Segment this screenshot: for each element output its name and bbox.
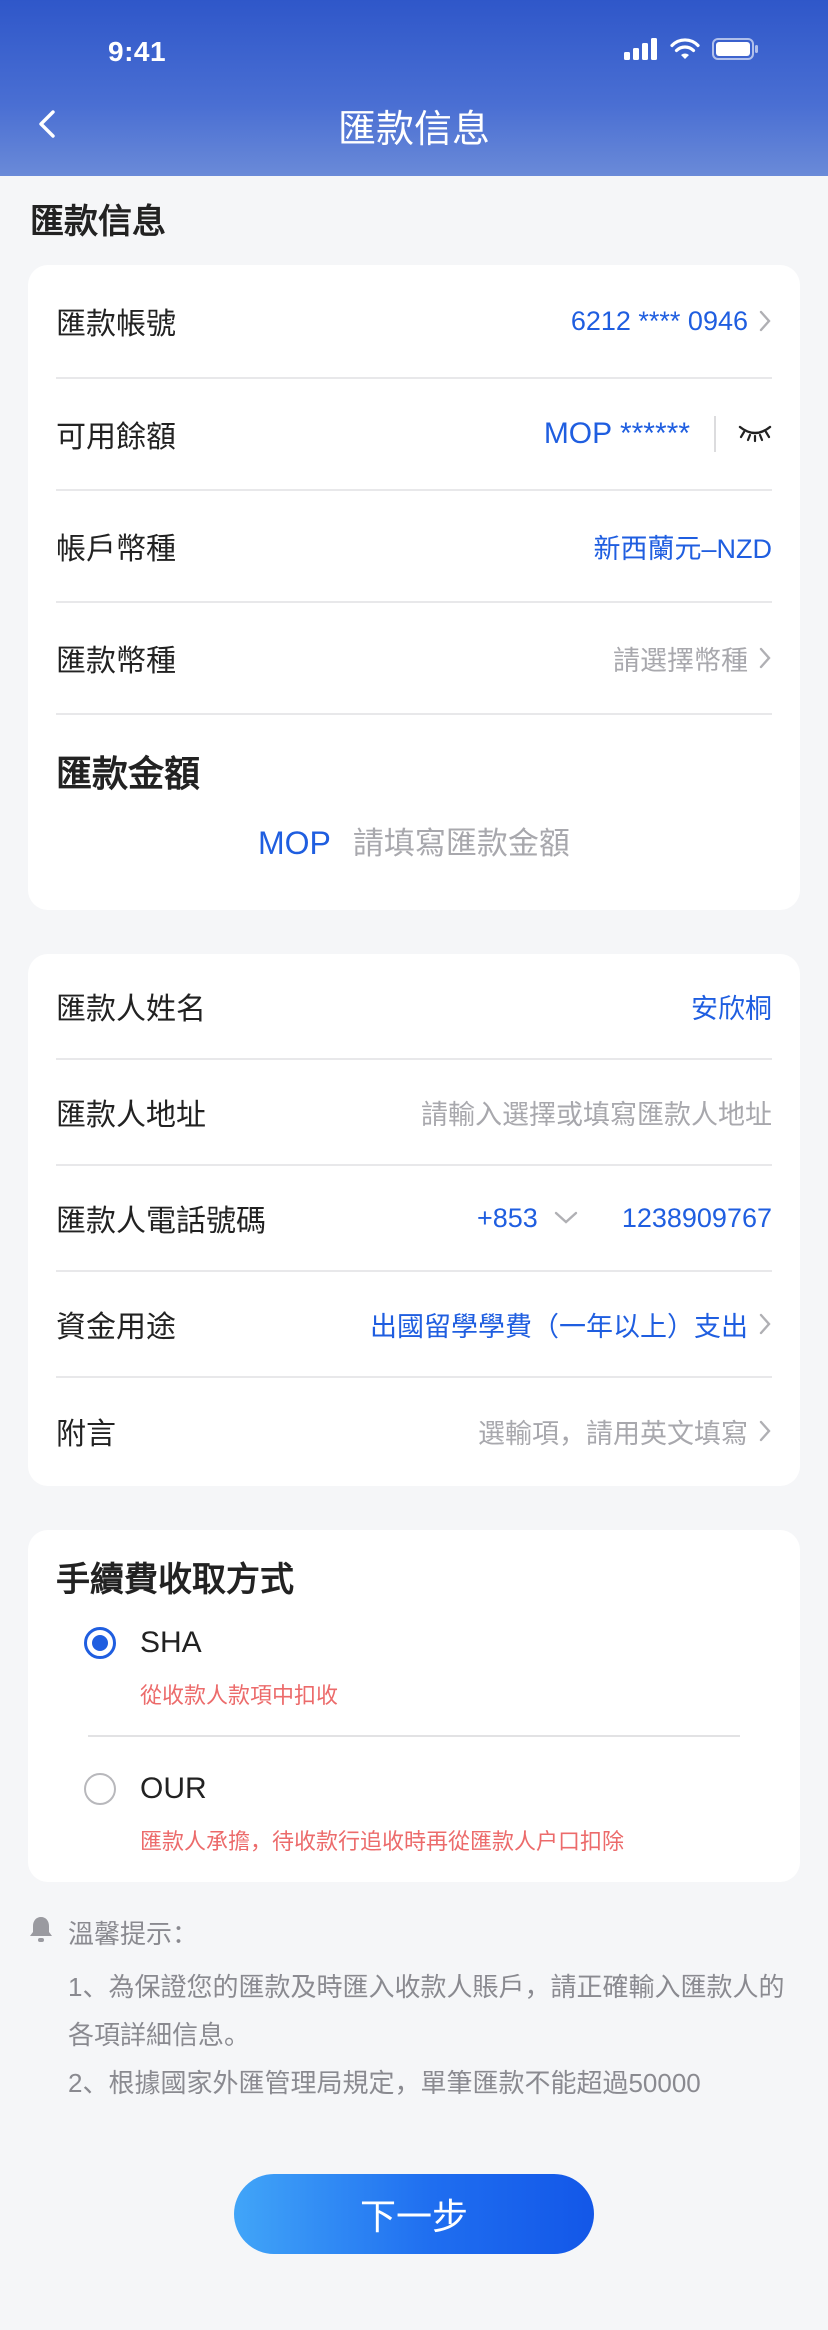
header: 9:41 匯款信息 [0,0,828,176]
fee-option-sha[interactable]: SHA [84,1626,202,1660]
radio-checked-icon[interactable] [84,1627,116,1659]
status-icons [624,38,758,65]
fee-option-desc: 從收款人款項中扣收 [140,1683,339,1708]
tip-line: 2、根據國家外匯管理局規定，單筆匯款不能超過50000 [68,2068,701,2098]
available-balance-value: MOP ****** [543,417,690,450]
page-title: 匯款信息 [337,109,490,151]
chevron-right-icon [758,1312,772,1336]
chevron-right-icon [758,1419,772,1443]
fee-option-desc: 匯款人承擔，待收款行追收時再從匯款人户口扣除 [140,1829,625,1854]
tip-line: 1、為保證您的匯款及時匯入收款人賬戶，請正確輸入匯款人的各項詳細信息。 [68,1972,785,2050]
battery-icon [712,38,758,65]
remit-account-row[interactable]: 匯款帳號 6212 **** 0946 [56,265,772,379]
tips-title: 溫馨提示： [68,1919,199,1949]
remitter-address-row[interactable]: 匯款人地址 請輸入選擇或填寫匯款人地址 [56,1060,772,1166]
remitter-name-value: 安欣桐 [691,993,772,1024]
remit-account-value: 6212 **** 0946 [570,305,748,336]
amount-label: 匯款金額 [56,753,201,794]
eye-closed-icon[interactable] [738,419,772,450]
postscript-label: 附言 [56,1418,116,1451]
account-card: 匯款帳號 6212 **** 0946 可用餘額 MOP ****** 帳戶幣種… [28,265,800,910]
remitter-address-label: 匯款人地址 [56,1099,206,1132]
fee-title: 手續費收取方式 [56,1561,294,1599]
amount-input[interactable] [352,825,653,862]
remit-currency-label: 匯款幣種 [56,645,176,678]
chevron-right-icon [758,309,772,333]
chevron-down-icon [554,1211,578,1224]
postscript-row[interactable]: 附言 選輸項，請用英文填寫 [56,1378,772,1484]
page: 9:41 匯款信息 匯款信息 匯款帳號 6212 **** 0946 可用餘額 … [0,0,828,2330]
next-button[interactable]: 下一步 [234,2174,594,2254]
remitter-name-label: 匯款人姓名 [56,993,206,1026]
remitter-phone-row: 匯款人電話號碼 +853 1238909767 [56,1166,772,1272]
remitter-address-placeholder: 請輸入選擇或填寫匯款人地址 [421,1099,772,1130]
remit-currency-row[interactable]: 匯款幣種 請選擇幣種 [56,603,772,715]
remitter-name-row: 匯款人姓名 安欣桐 [56,954,772,1060]
available-balance-label: 可用餘額 [56,421,176,454]
remit-currency-placeholder: 請選擇幣種 [613,645,748,676]
radio-unchecked-icon[interactable] [84,1773,116,1805]
available-balance-row: 可用餘額 MOP ****** [56,379,772,491]
fund-purpose-label: 資金用途 [56,1311,176,1344]
country-code: +853 [477,1202,538,1233]
fee-card: 手續費收取方式 SHA 從收款人款項中扣收 OUR 匯款人承擔，待收款行追收時再… [28,1530,800,1882]
signal-icon [624,38,658,65]
tips: 溫馨提示： 1、為保證您的匯款及時匯入收款人賬戶，請正確輸入匯款人的各項詳細信息… [28,1914,808,2107]
chevron-right-icon [758,646,772,670]
bell-icon [28,1915,54,1950]
divider [714,416,716,452]
divider [88,1735,740,1737]
remitter-card: 匯款人姓名 安欣桐 匯款人地址 請輸入選擇或填寫匯款人地址 匯款人電話號碼 +8… [28,954,800,1486]
remitter-phone-label: 匯款人電話號碼 [56,1205,266,1238]
wifi-icon [670,38,700,65]
amount-currency: MOP [258,825,331,861]
postscript-placeholder: 選輸項，請用英文填寫 [478,1418,748,1449]
remit-account-label: 匯款帳號 [56,308,176,341]
account-currency-value: 新西蘭元–NZD [593,533,772,564]
amount-field: MOP [258,825,653,862]
section-title: 匯款信息 [30,203,166,241]
status-time: 9:41 [108,36,167,67]
fee-option-label: OUR [140,1772,207,1805]
account-currency-label: 帳戶幣種 [56,533,176,566]
fund-purpose-row[interactable]: 資金用途 出國留學學費（一年以上）支出 [56,1272,772,1378]
fee-option-our[interactable]: OUR [84,1772,207,1806]
country-code-select[interactable]: +853 [477,1203,578,1234]
fund-purpose-value: 出國留學學費（一年以上）支出 [370,1311,748,1342]
remitter-phone-value[interactable]: 1238909767 [622,1203,772,1234]
account-currency-row: 帳戶幣種 新西蘭元–NZD [56,491,772,603]
fee-option-label: SHA [140,1626,202,1659]
